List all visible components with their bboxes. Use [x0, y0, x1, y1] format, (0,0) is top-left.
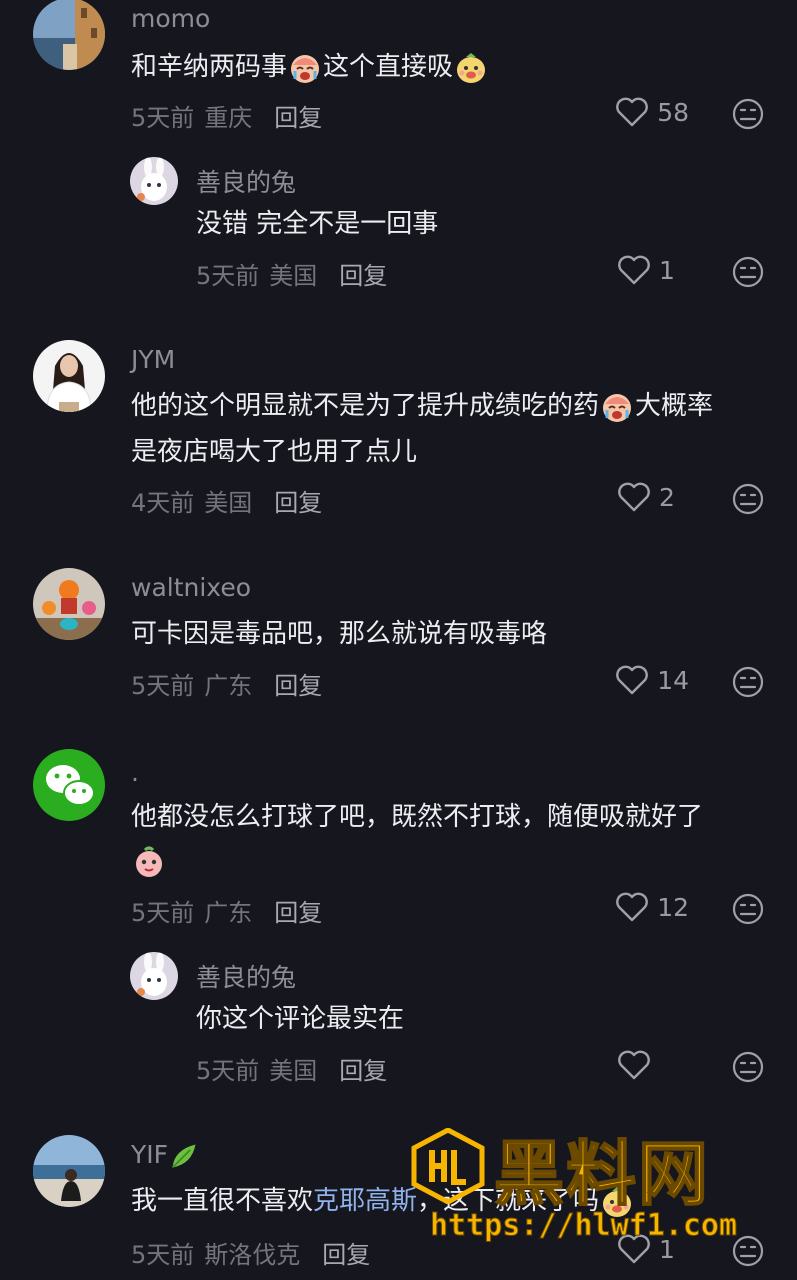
comment-text-line2 — [131, 838, 167, 884]
reply-comment: 善良的兔 没错 完全不是一回事 5天前 美国 回复 1 — [0, 150, 797, 300]
crying-face-emoji — [291, 54, 320, 83]
dislike-icon[interactable] — [731, 255, 765, 289]
comment-meta: 5天前 斯洛伐克 回复 — [131, 1235, 370, 1270]
username[interactable]: JYM — [131, 345, 175, 374]
like-button[interactable]: 14 — [615, 665, 689, 695]
comment-text-line2: 是夜店喝大了也用了点儿 — [131, 437, 418, 467]
dislike-icon[interactable] — [731, 1050, 765, 1084]
watermark-url: https://hlwf1.com — [429, 1208, 738, 1244]
comment-text: 没错 完全不是一回事 — [196, 209, 439, 239]
peach-face-emoji — [136, 846, 162, 877]
heart-icon — [618, 1050, 650, 1080]
watermark-title: 黑料网 — [493, 1132, 710, 1216]
heart-icon — [618, 255, 650, 285]
watermark: 黑料网 https://hlwf1.com — [410, 1122, 785, 1252]
avatar[interactable] — [130, 952, 178, 1000]
watermark-logo-icon — [411, 1128, 485, 1204]
timestamp: 5天前 — [131, 104, 195, 132]
like-count: 14 — [657, 665, 689, 695]
comment-text: 可卡因是毒品吧，那么就说有吸毒咯 — [131, 619, 548, 649]
username[interactable]: momo — [131, 4, 210, 33]
reply-button[interactable]: 回复 — [274, 672, 322, 700]
timestamp: 5天前 — [131, 1241, 195, 1269]
dislike-icon[interactable] — [731, 892, 765, 926]
avatar[interactable] — [33, 0, 105, 70]
location: 广东 — [204, 672, 253, 700]
heart-icon — [616, 97, 649, 127]
dislike-icon[interactable] — [731, 665, 765, 699]
like-button[interactable]: 58 — [615, 97, 689, 127]
like-button[interactable]: 2 — [617, 482, 689, 512]
dislike-icon[interactable] — [731, 482, 765, 516]
avatar[interactable] — [33, 340, 105, 412]
comment-meta: 5天前 广东 回复 — [131, 666, 322, 701]
like-count: 1 — [659, 255, 675, 285]
location: 斯洛伐克 — [204, 1241, 301, 1269]
username[interactable]: waltnixeo — [131, 573, 251, 602]
reply-button[interactable]: 回复 — [274, 899, 322, 927]
comment-text: 和辛纳两码事 这个直接吸 — [131, 44, 489, 90]
reply-comment: 善良的兔 你这个评论最实在 5天前 美国 回复 — [0, 945, 797, 1095]
reply-button[interactable]: 回复 — [274, 104, 322, 132]
location: 美国 — [204, 489, 253, 517]
like-count: 2 — [659, 482, 675, 512]
timestamp: 5天前 — [131, 672, 195, 700]
comment-text: 你这个评论最实在 — [196, 1004, 405, 1034]
location: 重庆 — [204, 104, 253, 132]
timestamp: 5天前 — [196, 262, 260, 290]
heart-icon — [618, 482, 650, 512]
heart-icon — [616, 892, 649, 922]
comment-dot: . 他都没怎么打球了吧，既然不打球，随便吸就好了 5天前 广东 回复 12 — [0, 740, 797, 940]
reply-button[interactable]: 回复 — [322, 1241, 370, 1269]
heart-icon — [616, 665, 649, 695]
comment-meta: 4天前 美国 回复 — [131, 483, 322, 518]
comment-meta: 5天前 重庆 回复 — [131, 98, 322, 133]
reply-button[interactable]: 回复 — [339, 262, 387, 290]
comment-jym: JYM 他的这个明显就不是为了提升成绩吃的药 大概率 是夜店喝大了也用了点儿 4天… — [0, 330, 797, 530]
reply-button[interactable]: 回复 — [274, 489, 322, 517]
avatar[interactable] — [130, 157, 178, 205]
timestamp: 5天前 — [131, 899, 195, 927]
location: 美国 — [269, 262, 318, 290]
avatar[interactable] — [33, 749, 105, 821]
crying-face-emoji — [603, 393, 632, 422]
leaf-icon — [171, 1144, 196, 1169]
username[interactable]: 善良的兔 — [196, 163, 296, 199]
like-count: 12 — [657, 892, 689, 922]
comment-momo: momo 和辛纳两码事 这个直接吸 5天前 重庆 回复 58 — [0, 0, 797, 160]
comment-meta: 5天前 美国 回复 — [196, 1051, 387, 1086]
avatar[interactable] — [33, 1135, 105, 1207]
like-button[interactable]: 12 — [615, 892, 689, 922]
reply-button[interactable]: 回复 — [339, 1057, 387, 1085]
mention-link[interactable]: 克耶高斯 — [313, 1186, 417, 1216]
comment-text: 他都没怎么打球了吧，既然不打球，随便吸就好了 — [131, 802, 704, 832]
avatar[interactable] — [33, 568, 105, 640]
like-button[interactable] — [617, 1050, 689, 1080]
comment-meta: 5天前 广东 回复 — [131, 893, 322, 928]
comment-text: 他的这个明显就不是为了提升成绩吃的药 大概率 — [131, 383, 713, 429]
timestamp: 5天前 — [196, 1057, 260, 1085]
username[interactable]: . — [131, 758, 139, 787]
location: 广东 — [204, 899, 253, 927]
username[interactable]: 善良的兔 — [196, 958, 296, 994]
like-button[interactable]: 1 — [617, 255, 689, 285]
comment-meta: 5天前 美国 回复 — [196, 256, 387, 291]
username[interactable]: YIF — [131, 1140, 200, 1171]
like-count: 58 — [657, 97, 689, 127]
location: 美国 — [269, 1057, 318, 1085]
timestamp: 4天前 — [131, 489, 195, 517]
comment-waltnixeo: waltnixeo 可卡因是毒品吧，那么就说有吸毒咯 5天前 广东 回复 14 — [0, 560, 797, 720]
dog-face-emoji — [457, 52, 486, 83]
dislike-icon[interactable] — [731, 97, 765, 131]
